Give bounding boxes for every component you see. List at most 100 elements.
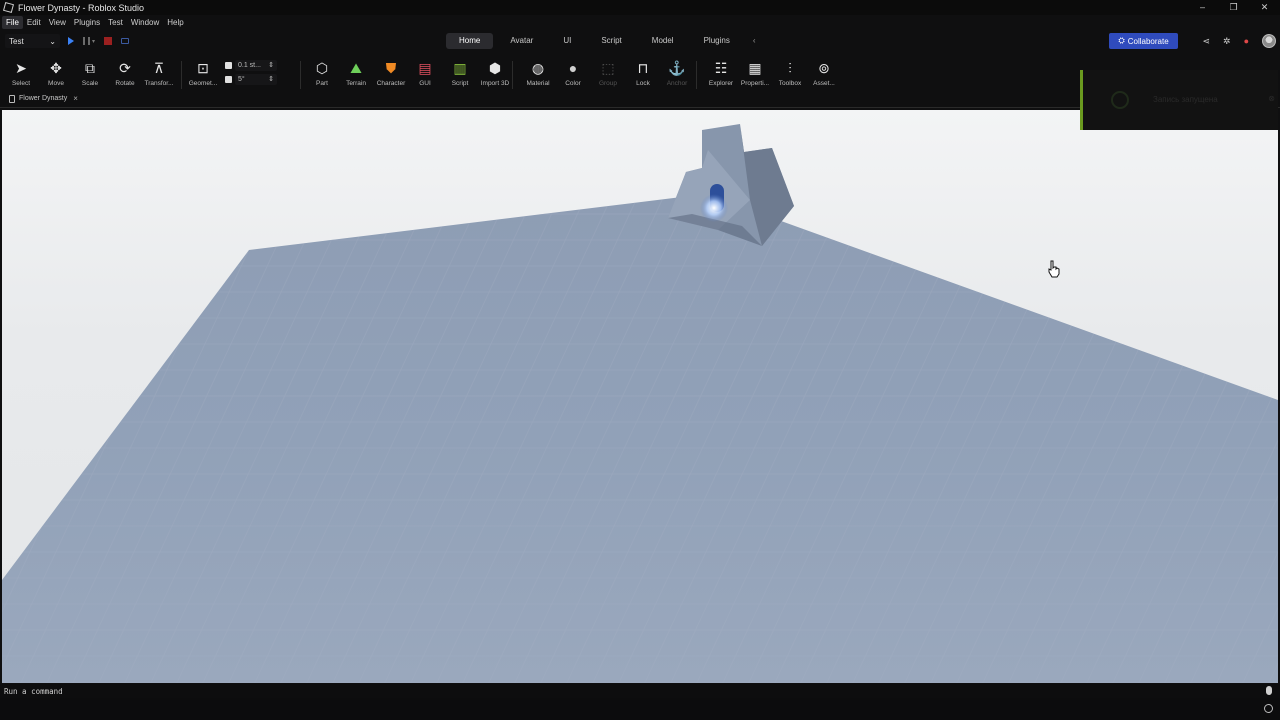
menu-plugins[interactable]: Plugins [70,16,104,29]
document-tab-flower-dynasty[interactable]: Flower Dynasty × [9,94,78,103]
character-label: Character [376,80,406,87]
geometry-icon: ⊡ [197,59,209,76]
light-glow [700,194,728,222]
tab-avatar[interactable]: Avatar [497,33,546,49]
client-server-icon[interactable] [121,38,130,44]
move-snap-checkbox[interactable] [225,61,232,69]
scale-tool[interactable]: ⧉ Scale [70,58,110,88]
rotate-increment-field[interactable]: 5° ⇕ [235,73,277,85]
play-icon[interactable] [68,37,74,45]
toast-message: Запись запущена [1153,95,1218,104]
terrain-icon: ⛰ [350,59,362,76]
top-right-icons: ⋖ ✲ ● [1202,33,1276,49]
properties-label: Properti... [740,80,770,87]
mode-select[interactable]: Test ⌄ [5,34,60,48]
close-window-icon[interactable]: ✕ [1249,0,1280,15]
more-tabs-icon[interactable]: ‹ [747,33,756,49]
menu-help[interactable]: Help [163,16,187,29]
notification-bell-icon[interactable]: ● [1244,36,1249,46]
asset-manager-icon: ⊚ [818,59,830,76]
pause-icon[interactable] [83,37,90,45]
location-target-icon[interactable] [1264,704,1273,713]
minimize-icon[interactable]: – [1187,0,1218,15]
cursor-arrow-icon: ➤ [15,59,27,76]
settings-icon[interactable]: ✲ [1223,36,1231,47]
color-tool[interactable]: ● Color [553,58,593,87]
toolbox-label: Toolbox [778,80,802,87]
import3d-label: Import 3D [480,80,510,87]
scale-icon: ⧉ [85,59,95,76]
terrain-tool[interactable]: ⛰ Terrain [336,58,376,88]
tab-plugins[interactable]: Plugins [691,33,743,49]
tab-home[interactable]: Home [446,33,494,49]
script-label: Script [451,80,469,87]
close-icon[interactable]: × [73,94,78,103]
assets-label: Asset... [813,80,835,87]
menu-edit[interactable]: Edit [23,16,45,29]
import-3d-icon: ⬢ [488,59,502,76]
assets-tool[interactable]: ⊚ Asset... [804,58,844,88]
stop-icon[interactable] [104,37,113,45]
move-label: Move [48,80,64,87]
title-bar: Flower Dynasty - Roblox Studio – ❐ ✕ [0,0,1280,15]
ribbon-header: Test ⌄ ▾ Home Avatar UI Script Model Plu… [0,30,1280,52]
microphone-icon[interactable] [1266,686,1272,695]
chevron-down-icon: ⌄ [49,36,56,46]
material-tool[interactable]: ◍ Material [518,58,558,88]
rotate-increment-value: 5° [238,75,245,83]
group-tool[interactable]: ⬚ Group [588,58,628,88]
script-tool[interactable]: ▥ Script [440,58,480,88]
command-bar[interactable]: Run a command [0,684,1280,698]
gui-tool[interactable]: ▤ GUI [405,58,445,88]
gui-label: GUI [419,80,431,87]
explorer-label: Explorer [708,80,734,87]
tab-model[interactable]: Model [639,33,687,49]
transform-icon: ⊼ [153,59,165,76]
share-icon[interactable]: ⋖ [1202,36,1210,47]
toolbox-icon: ⫶ [788,59,792,76]
collaborate-label: Collaborate [1127,36,1169,46]
tab-ui[interactable]: UI [550,33,584,49]
geometry-label: Geomet... [188,80,218,87]
character-icon: ⛊ [385,59,397,76]
properties-icon: ▦ [748,59,762,76]
restore-icon[interactable]: ❐ [1218,0,1249,15]
snap-settings: 0.1 st... ⇕ 5° ⇕ [225,58,295,86]
collaborate-button[interactable]: ⛭ Collaborate [1109,33,1178,49]
rotate-icon: ⟳ [119,59,131,76]
transform-tool[interactable]: ⊼ Transfor... [139,58,179,88]
stepper-icon[interactable]: ⇕ [268,75,274,83]
tab-script[interactable]: Script [588,33,634,49]
material-label: Material [526,80,550,87]
status-bar [0,698,1280,720]
group-icon: ⬚ [601,59,615,76]
command-input[interactable]: Run a command [4,687,63,696]
menu-test[interactable]: Test [104,16,127,29]
toolbar-divider [696,61,697,89]
geometry-tool[interactable]: ⊡ Geomet... [183,58,223,88]
select-tool[interactable]: ➤ Select [1,58,41,88]
menu-view[interactable]: View [45,16,70,29]
window-title: Flower Dynasty - Roblox Studio [18,2,145,13]
menu-window[interactable]: Window [127,16,163,29]
import3d-tool[interactable]: ⬢ Import 3D [475,58,515,88]
roblox-studio-icon [2,1,15,14]
lock-label: Lock [636,80,650,87]
toolbar-divider [512,61,513,89]
properties-tool[interactable]: ▦ Properti... [735,58,775,88]
stepper-icon[interactable]: ⇕ [268,61,274,69]
script-icon: ▥ [453,59,467,76]
scale-label: Scale [81,80,99,87]
close-icon[interactable]: ⊗ [1268,94,1275,103]
chevron-down-icon[interactable]: ▾ [92,38,95,45]
anchor-tool[interactable]: ⚓ Anchor [657,58,697,88]
menu-file[interactable]: File [2,15,23,29]
rotate-snap-checkbox[interactable] [225,75,232,83]
mode-select-value: Test [9,36,24,46]
rotate-label: Rotate [115,80,135,87]
viewport-3d[interactable] [2,110,1278,683]
move-arrows-icon: ✥ [50,59,62,76]
avatar[interactable] [1262,34,1276,48]
people-icon: ⛭ [1118,36,1125,45]
move-increment-field[interactable]: 0.1 st... ⇕ [235,59,277,71]
